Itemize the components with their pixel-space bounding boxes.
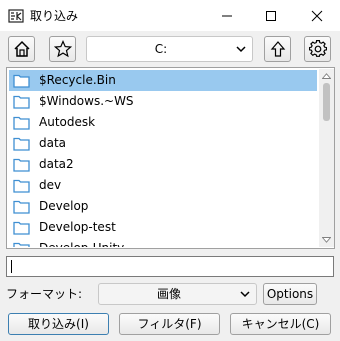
list-item[interactable]: $Recycle.Bin — [9, 70, 317, 91]
list-item-label: $Windows.~WS — [39, 94, 134, 108]
scroll-down-button[interactable] — [319, 233, 334, 247]
import-dialog: 取り込み C: $Recycle.Bin $Windows.~WS Autode… — [0, 0, 340, 341]
favorites-button[interactable] — [49, 36, 76, 62]
up-arrow-icon — [270, 41, 285, 57]
folder-icon — [13, 137, 30, 151]
list-item[interactable]: dev — [9, 175, 317, 196]
options-button[interactable]: Options — [263, 283, 317, 305]
list-item-label: Develop-Unity — [39, 238, 124, 247]
list-item[interactable]: data2 — [9, 154, 317, 175]
settings-button[interactable] — [304, 36, 331, 62]
list-item[interactable]: data — [9, 133, 317, 154]
list-item-label: dev — [39, 178, 62, 192]
close-icon — [311, 10, 323, 21]
filename-input[interactable] — [6, 256, 334, 277]
close-button[interactable] — [294, 0, 340, 31]
gear-icon — [308, 40, 327, 57]
home-button[interactable] — [8, 36, 35, 62]
list-item[interactable]: Develop-Unity — [9, 238, 317, 247]
triangle-down-icon — [322, 237, 331, 243]
format-dropdown[interactable]: 画像 — [98, 283, 257, 305]
chevron-down-icon — [240, 291, 250, 298]
list-item-label: Autodesk — [39, 115, 96, 129]
format-label: フォーマット: — [6, 287, 83, 301]
folder-icon — [13, 116, 30, 130]
import-button[interactable]: 取り込み(I) — [8, 313, 109, 335]
folder-icon — [13, 158, 30, 172]
maximize-icon — [266, 10, 276, 21]
file-list[interactable]: $Recycle.Bin $Windows.~WS Autodesk data … — [6, 67, 335, 249]
folder-icon — [13, 95, 30, 109]
list-item-label: data — [39, 136, 67, 150]
list-item-label: $Recycle.Bin — [39, 73, 116, 87]
path-value: C: — [154, 42, 168, 56]
star-icon — [53, 40, 72, 58]
list-item-label: Develop — [39, 199, 89, 213]
list-item[interactable]: Autodesk — [9, 112, 317, 133]
chevron-down-icon — [236, 46, 246, 53]
list-item[interactable]: Develop — [9, 196, 317, 217]
folder-icon — [13, 74, 30, 88]
text-caret — [11, 260, 12, 273]
vertical-scrollbar[interactable] — [319, 69, 334, 247]
folder-icon — [13, 179, 30, 193]
folder-icon — [13, 242, 30, 247]
maximize-button[interactable] — [248, 0, 294, 31]
folder-icon — [13, 221, 30, 235]
triangle-up-icon — [322, 73, 331, 79]
filter-button[interactable]: フィルタ(F) — [119, 313, 220, 335]
list-item[interactable]: Develop-test — [9, 217, 317, 238]
parent-folder-button[interactable] — [264, 36, 291, 62]
scroll-up-button[interactable] — [319, 69, 334, 83]
folder-icon — [13, 200, 30, 214]
home-icon — [13, 40, 30, 57]
window-title: 取り込み — [30, 9, 79, 23]
list-item[interactable]: $Windows.~WS — [9, 91, 317, 112]
minimize-icon — [222, 15, 232, 16]
minimize-button[interactable] — [204, 0, 250, 31]
path-dropdown[interactable]: C: — [86, 36, 253, 62]
file-list-items: $Recycle.Bin $Windows.~WS Autodesk data … — [8, 69, 317, 247]
app-logo-icon — [8, 9, 24, 23]
list-item-label: Develop-test — [39, 220, 116, 234]
format-value: 画像 — [156, 287, 181, 301]
cancel-button[interactable]: キャンセル(C) — [230, 313, 331, 335]
title-bar: 取り込み — [0, 0, 340, 31]
list-item-label: data2 — [39, 157, 74, 171]
scroll-thumb[interactable] — [323, 83, 330, 121]
